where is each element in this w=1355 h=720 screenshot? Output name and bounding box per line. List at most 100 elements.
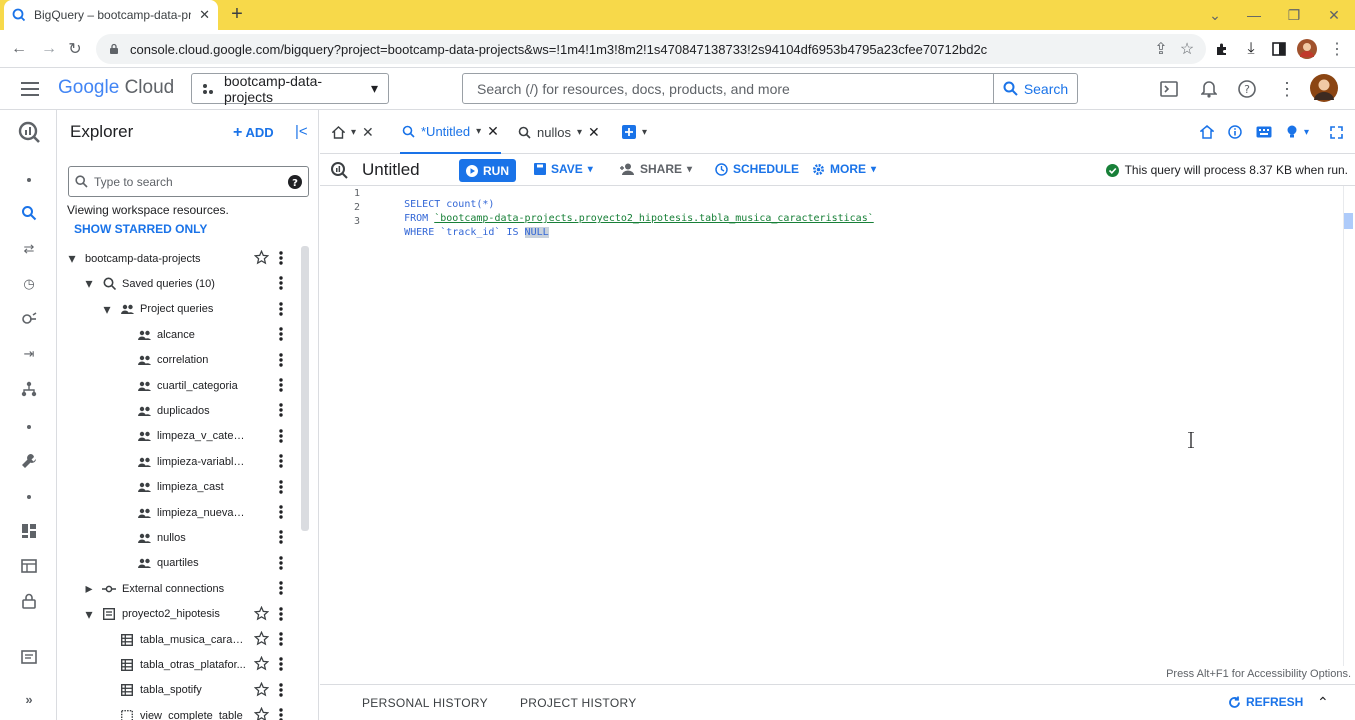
sql-code-editor[interactable]: 1 2 3 SELECT count(*) FROM `bootcamp-dat… — [320, 186, 1355, 666]
refresh-button[interactable]: REFRESH — [1228, 695, 1303, 709]
more-actions-icon[interactable] — [279, 606, 287, 622]
more-button[interactable]: MORE ▾ — [812, 162, 876, 176]
search-button[interactable]: Search — [993, 74, 1077, 103]
global-search[interactable]: Search (/) for resources, docs, products… — [462, 73, 1078, 104]
chevron-down-icon[interactable]: ▾ — [100, 301, 114, 317]
chevron-right-icon[interactable]: ▸ — [82, 580, 96, 596]
home-tab[interactable]: ▾ ✕ — [332, 110, 374, 154]
help-icon[interactable]: ? — [1236, 78, 1258, 100]
run-button[interactable]: RUN — [459, 159, 516, 182]
star-icon[interactable] — [254, 631, 270, 647]
tree-row[interactable]: quartiles — [57, 551, 307, 576]
tree-row[interactable]: limpieza_cast — [57, 475, 307, 500]
more-options-icon[interactable]: ⋮ — [1276, 78, 1298, 100]
star-icon[interactable] — [254, 707, 270, 720]
expand-rail-icon[interactable]: » — [18, 688, 40, 710]
side-panel-icon[interactable] — [1268, 38, 1290, 60]
more-actions-icon[interactable] — [279, 276, 287, 291]
star-icon[interactable] — [254, 250, 270, 266]
reload-icon[interactable]: ↻ — [64, 38, 86, 60]
explorer-search-input[interactable]: Type to search — [94, 175, 282, 189]
tree-row[interactable]: duplicados — [57, 398, 307, 423]
share-page-icon[interactable]: ⇪ — [1150, 38, 1172, 60]
close-tab-icon[interactable]: ✕ — [199, 7, 210, 23]
tree-row[interactable]: limpieza_nueva_varia... — [57, 500, 307, 525]
show-starred-link[interactable]: SHOW STARRED ONLY — [74, 222, 207, 236]
more-actions-icon[interactable] — [279, 581, 287, 596]
star-icon[interactable] — [254, 605, 270, 622]
tree-row[interactable]: ▾ Project queries — [57, 297, 307, 322]
editor-scrollbar[interactable] — [1343, 186, 1344, 666]
more-actions-icon[interactable] — [279, 556, 287, 571]
collapse-panel-icon[interactable]: |< — [295, 123, 308, 140]
lightbulb-icon[interactable]: ▾ — [1286, 110, 1309, 154]
more-actions-icon[interactable] — [279, 632, 287, 647]
chevron-down-icon[interactable]: ▾ — [351, 127, 356, 138]
code-line-3[interactable]: WHERE `track_id` IS NULL — [368, 216, 549, 249]
info-icon[interactable] — [1228, 110, 1242, 154]
tree-row[interactable]: tabla_otras_platafor... — [57, 652, 307, 677]
release-notes-icon[interactable] — [18, 646, 40, 668]
close-window-icon[interactable]: ✕ — [1314, 0, 1354, 30]
chevron-down-icon[interactable]: ▾ — [82, 275, 96, 291]
scheduled-queries-icon[interactable]: ◷ — [18, 273, 40, 295]
dataform-icon[interactable] — [18, 378, 40, 400]
help-circle-icon[interactable]: ? — [288, 174, 302, 189]
share-button[interactable]: SHARE ▾ — [620, 162, 692, 176]
tab-untitled[interactable]: *Untitled ▾ ✕ — [400, 110, 501, 154]
google-cloud-logo[interactable]: Google Cloud — [58, 77, 174, 99]
tree-row[interactable]: tabla_spotify — [57, 678, 307, 703]
wrench-icon[interactable] — [18, 450, 40, 472]
star-icon[interactable] — [254, 656, 270, 672]
tab-search-icon[interactable]: ⌄ — [1195, 0, 1235, 30]
tree-row[interactable]: ▾ bootcamp-data-projects — [57, 246, 307, 271]
notifications-bell-icon[interactable] — [1198, 78, 1220, 100]
browser-tab-bigquery[interactable]: BigQuery – bootcamp-data-proj ✕ — [4, 0, 218, 30]
chevron-down-icon[interactable]: ▾ — [642, 127, 647, 138]
tree-row[interactable]: limpeza_v_categoricas — [57, 424, 307, 449]
more-actions-icon[interactable] — [279, 429, 287, 444]
tree-row[interactable]: alcance — [57, 322, 307, 347]
more-actions-icon[interactable] — [279, 327, 287, 342]
explorer-scrollbar[interactable] — [301, 246, 309, 531]
search-rail-icon[interactable] — [18, 202, 40, 224]
chevron-down-icon[interactable]: ▾ — [82, 606, 96, 622]
keyboard-icon[interactable] — [1256, 110, 1272, 154]
extensions-icon[interactable] — [1211, 38, 1233, 60]
lock-icon[interactable] — [18, 590, 40, 612]
address-bar[interactable]: console.cloud.google.com/bigquery?projec… — [96, 34, 1206, 64]
bigquery-product-icon[interactable] — [16, 119, 42, 145]
browser-menu-icon[interactable]: ⋮ — [1326, 38, 1348, 60]
bookmark-star-icon[interactable]: ☆ — [1176, 38, 1198, 60]
chevron-down-icon[interactable]: ▾ — [577, 127, 582, 138]
close-icon[interactable]: ✕ — [362, 124, 374, 141]
tree-row[interactable]: tabla_musica_caract... — [57, 627, 307, 652]
more-actions-icon[interactable] — [279, 454, 287, 469]
analytics-hub-icon[interactable] — [18, 308, 40, 330]
schedule-button[interactable]: SCHEDULE — [715, 162, 799, 176]
back-icon[interactable]: ← — [8, 38, 30, 60]
forward-icon[interactable]: → — [38, 38, 60, 60]
chevron-down-icon[interactable]: ▾ — [476, 126, 481, 137]
more-actions-icon[interactable] — [279, 505, 287, 520]
more-actions-icon[interactable] — [279, 657, 287, 672]
explorer-search-field[interactable]: Type to search ? — [68, 166, 309, 197]
tree-row[interactable]: view_complete_table — [57, 703, 307, 720]
tab-nullos[interactable]: nullos ▾ ✕ — [518, 110, 600, 154]
table-view-icon[interactable] — [18, 555, 40, 577]
personal-history-tab[interactable]: PERSONAL HISTORY — [362, 696, 488, 710]
tree-row[interactable]: limpieza-variables-nu... — [57, 449, 307, 474]
more-actions-icon[interactable] — [279, 378, 287, 393]
tree-row[interactable]: ▾ Saved queries (10) — [57, 271, 307, 296]
cloud-shell-icon[interactable] — [1158, 78, 1180, 100]
new-tab-button[interactable]: + — [226, 4, 248, 26]
more-actions-icon[interactable] — [279, 352, 287, 368]
new-query-button[interactable]: ▾ — [622, 110, 647, 154]
global-search-input[interactable]: Search (/) for resources, docs, products… — [477, 81, 790, 97]
close-icon[interactable]: ✕ — [588, 124, 600, 141]
transfers-icon[interactable]: ⇄ — [18, 238, 40, 260]
more-actions-icon[interactable] — [279, 403, 287, 418]
tree-row[interactable]: cuartil_categoria — [57, 373, 307, 398]
more-actions-icon[interactable] — [279, 479, 287, 495]
tree-row[interactable]: ▾ proyecto2_hipotesis — [57, 602, 307, 627]
